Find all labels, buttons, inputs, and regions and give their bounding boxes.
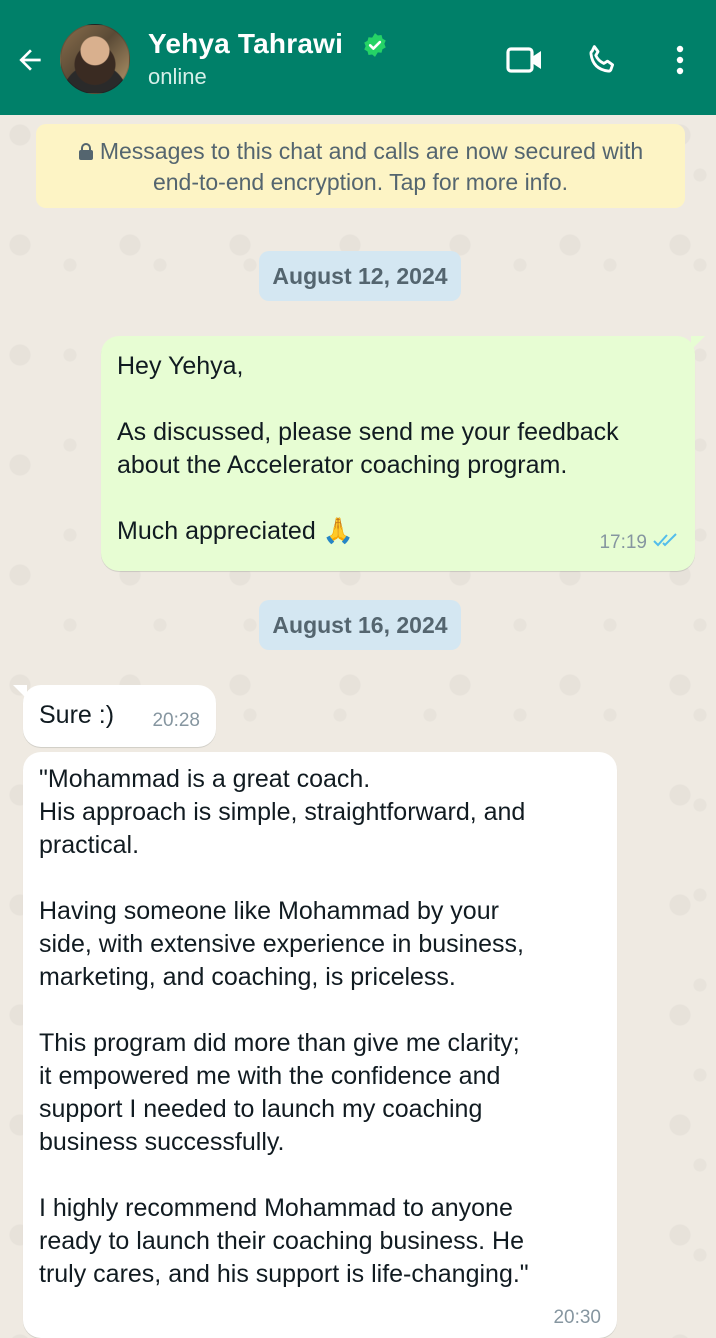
lock-icon	[78, 139, 94, 168]
chat-area[interactable]: Messages to this chat and calls are now …	[0, 115, 716, 1338]
message-meta: 17:19	[599, 526, 681, 559]
message-text: "Mohammad is a great coach. His approach…	[39, 765, 529, 1288]
message-text: Sure :)	[39, 701, 115, 729]
message-time: 20:30	[553, 1307, 601, 1328]
message-time: 17:19	[599, 532, 647, 553]
contact-status: online	[148, 64, 207, 89]
back-arrow-icon[interactable]	[10, 38, 50, 82]
video-call-icon[interactable]	[505, 40, 545, 80]
incoming-message[interactable]: Sure :) 20:28	[13, 685, 216, 747]
message-time: 20:28	[152, 710, 200, 731]
bubble-tail	[13, 685, 27, 699]
encryption-notice-line2: end-to-end encryption. Tap for more info…	[152, 169, 569, 195]
date-chip: August 16, 2024	[259, 600, 461, 650]
more-options-icon[interactable]	[660, 40, 700, 80]
date-chip: August 12, 2024	[259, 251, 461, 301]
voice-call-icon[interactable]	[582, 40, 622, 80]
avatar[interactable]	[60, 24, 130, 94]
contact-name[interactable]: Yehya Tahrawi	[148, 28, 343, 60]
message-text: Hey Yehya, As discussed, please send me …	[117, 352, 619, 545]
outgoing-message[interactable]: Hey Yehya, As discussed, please send me …	[101, 336, 705, 571]
verified-badge-icon	[362, 32, 388, 58]
encryption-notice[interactable]: Messages to this chat and calls are now …	[36, 124, 685, 208]
bubble-tail	[691, 336, 705, 350]
incoming-message[interactable]: "Mohammad is a great coach. His approach…	[23, 752, 617, 1338]
encryption-notice-line1: Messages to this chat and calls are now …	[99, 138, 644, 164]
double-check-read-icon	[653, 526, 681, 559]
chat-header: Yehya Tahrawi online	[0, 0, 716, 115]
